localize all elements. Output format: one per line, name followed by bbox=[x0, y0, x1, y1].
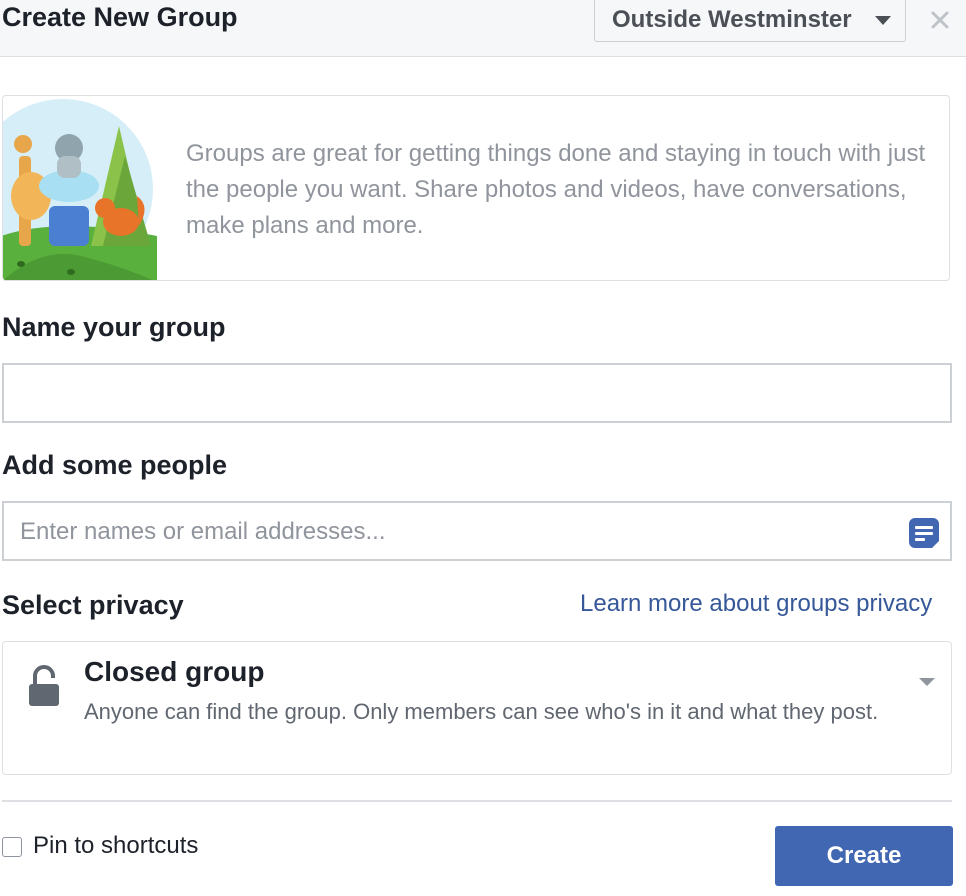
privacy-option-description: Anyone can find the group. Only members … bbox=[84, 699, 879, 724]
chevron-down-icon bbox=[875, 16, 891, 25]
context-selector-label: Outside Westminster bbox=[612, 6, 852, 33]
pin-checkbox[interactable] bbox=[2, 837, 22, 857]
dialog-title: Create New Group bbox=[2, 2, 238, 32]
chevron-down-icon bbox=[919, 678, 935, 686]
select-privacy-label: Select privacy bbox=[2, 590, 184, 620]
privacy-selector[interactable]: Closed group Anyone can find the group. … bbox=[2, 641, 952, 775]
add-people-input[interactable] bbox=[18, 503, 902, 561]
close-button[interactable] bbox=[926, 4, 956, 34]
add-people-field[interactable] bbox=[2, 501, 952, 561]
add-people-label: Add some people bbox=[2, 450, 228, 480]
dialog-header: Create New Group Outside Westminster bbox=[0, 0, 966, 57]
group-name-input[interactable] bbox=[18, 365, 902, 423]
learn-more-privacy-link[interactable]: Learn more about groups privacy bbox=[580, 590, 932, 618]
intro-text: Groups are great for getting things done… bbox=[186, 140, 926, 239]
group-context-selector[interactable]: Outside Westminster bbox=[594, 0, 906, 42]
contacts-list-icon[interactable] bbox=[908, 517, 940, 549]
close-icon bbox=[931, 11, 949, 29]
name-group-label: Name your group bbox=[2, 312, 226, 342]
pin-label: Pin to shortcuts bbox=[33, 832, 199, 859]
privacy-option-title: Closed group bbox=[84, 656, 265, 687]
footer-divider bbox=[2, 800, 952, 802]
intro-card: Groups are great for getting things done… bbox=[2, 95, 950, 281]
create-button[interactable]: Create bbox=[775, 826, 953, 886]
animals-group-illustration bbox=[3, 99, 157, 280]
group-name-field[interactable] bbox=[2, 363, 952, 423]
